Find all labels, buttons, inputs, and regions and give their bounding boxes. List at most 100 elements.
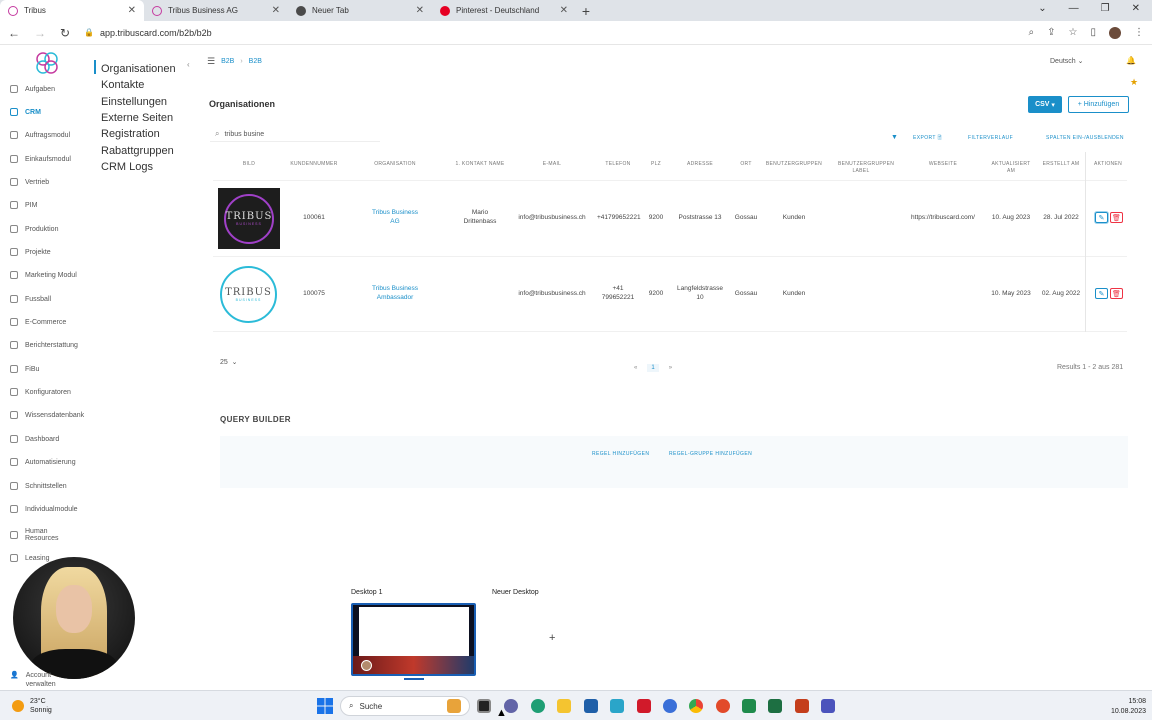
column-header[interactable]: ADRESSE [687,161,713,168]
xbox-icon[interactable] [742,699,756,713]
weather-widget[interactable]: 23°C Sonnig [12,697,52,715]
close-icon[interactable]: ✕ [128,5,136,16]
app-red-icon[interactable] [716,699,730,713]
sidebar-item[interactable]: Fussball [10,295,51,303]
collapse-chevron-icon[interactable]: ‹ [187,60,190,69]
system-clock[interactable]: 15:08 10.08.2023 [1111,697,1146,717]
subnav-item[interactable]: CRM Logs [101,161,153,173]
sidebar-item[interactable]: Human Resources [10,528,67,542]
column-header[interactable]: BENUTZERGRUPPEN [766,161,822,168]
sidebar-item[interactable]: FiBu [10,365,39,373]
share-icon[interactable]: ⇪ [1047,27,1055,38]
filter-history-button[interactable]: FILTERVERLAUF [968,135,1013,141]
sidebar-item[interactable]: Dashboard [10,435,59,443]
app-triangle-icon[interactable] [663,699,677,713]
column-header[interactable]: ERSTELLT AM [1043,161,1080,168]
columns-toggle-button[interactable]: SPALTEN EIN-/AUSBLENDEN [1046,135,1124,141]
sidebar-item[interactable]: Wissensdatenbank [10,411,84,419]
sidebar-item[interactable]: Produktion [10,225,58,233]
column-header[interactable]: KUNDENNUMMER [290,161,337,168]
subnav-item[interactable]: Rabattgruppen [101,145,174,157]
table-cell-organisation[interactable]: Tribus Business AG [367,208,423,226]
sidebar-item[interactable]: Auftragsmodul [10,131,70,139]
powerpoint-icon[interactable] [795,699,809,713]
file-explorer-icon[interactable] [557,699,571,713]
mcafee-icon[interactable] [637,699,651,713]
bookmark-star-icon[interactable]: ☆ [1069,27,1078,38]
sidebar-item[interactable]: Berichterstattung [10,341,78,349]
subnav-item[interactable]: Einstellungen [101,96,167,108]
hamburger-icon[interactable]: ☰ [207,56,215,67]
language-select[interactable]: Deutsch ⌄ [1050,57,1084,65]
account-link[interactable]: 👤 Account verwalten [10,671,66,689]
briefcase-widget-icon[interactable] [447,699,461,713]
sidebar-item[interactable]: Marketing Modul [10,271,77,279]
edit-icon[interactable]: ✎ [1095,212,1108,223]
delete-icon[interactable]: 🗑 [1110,212,1123,223]
sidebar-item[interactable]: Aufgaben [10,85,55,93]
column-header[interactable]: AKTIONEN [1094,161,1122,168]
subnav-item[interactable]: Externe Seiten [101,112,173,124]
chrome-icon[interactable] [689,699,703,713]
edit-icon[interactable]: ✎ [1095,288,1108,299]
store-icon[interactable] [584,699,598,713]
sidebar-item[interactable]: PIM [10,201,37,209]
export-button[interactable]: EXPORT 🗎 [913,135,942,143]
browser-tab[interactable]: Tribus ✕ [0,0,144,21]
csv-button[interactable]: CSV ▾ [1028,96,1062,113]
breadcrumb-item[interactable]: B2B [249,58,262,65]
sidebar-item[interactable]: E-Commerce [10,318,66,326]
filter-icon[interactable]: ▼ [891,134,898,141]
column-header[interactable]: AKTUALISIERT AM [988,161,1034,175]
column-header[interactable]: TELEFON [605,161,630,168]
edge-icon[interactable] [531,699,545,713]
table-cell-organisation[interactable]: Tribus Business Ambassador [367,284,423,302]
column-header[interactable]: ORT [740,161,751,168]
browser-tab[interactable]: Tribus Business AG ✕ [144,0,288,21]
windows-start-icon[interactable] [317,698,333,714]
add-rule-button[interactable]: REGEL HINZUFÜGEN [592,451,649,457]
close-window-icon[interactable]: ✕ [1132,3,1140,14]
sidepanel-icon[interactable]: ▯ [1090,27,1096,38]
browser-tab[interactable]: Neuer Tab ✕ [288,0,432,21]
app-l-icon[interactable] [610,699,624,713]
page-size-select[interactable]: 25 ⌄ [220,358,238,366]
url-field[interactable]: 🔒 app.tribuscard.com/b2b/b2b [84,28,1014,38]
close-icon[interactable]: ✕ [272,5,280,16]
column-header[interactable]: BILD [243,161,255,168]
breadcrumb-item[interactable]: B2B [221,58,234,65]
page-number[interactable]: 1 [647,364,659,372]
new-tab-icon[interactable]: + [576,3,596,21]
sidebar-item[interactable]: CRM [10,108,41,116]
column-header[interactable]: PLZ [651,161,661,168]
sidebar-item[interactable]: Leasing [10,554,50,562]
sidebar-item[interactable]: Individualmodule [10,505,78,513]
reload-icon[interactable]: ↻ [60,26,70,40]
add-desktop-icon[interactable]: + [549,632,555,644]
next-page-icon[interactable]: » [669,365,672,371]
back-icon[interactable]: ← [8,26,20,40]
desktop-1-thumbnail[interactable] [351,603,476,676]
minimize-icon[interactable]: — [1069,3,1079,14]
sidebar-item[interactable]: Automatisierung [10,458,76,466]
menu-icon[interactable]: ⋮ [1134,27,1144,38]
sidebar-item[interactable]: Projekte [10,248,51,256]
sidebar-item[interactable]: Vertrieb [10,178,49,186]
close-icon[interactable]: ✕ [416,5,424,16]
sidebar-item[interactable]: Konfiguratoren [10,388,71,396]
column-header[interactable]: WEBSEITE [929,161,957,168]
subnav-item[interactable]: Registration [101,128,160,140]
excel-icon[interactable] [768,699,782,713]
subnav-item[interactable]: Kontakte [101,79,144,91]
prev-page-icon[interactable]: « [634,365,637,371]
column-header[interactable]: 1. KONTAKT NAME [455,161,504,168]
forward-icon[interactable]: → [34,26,46,40]
teams-icon[interactable] [821,699,835,713]
task-view-icon[interactable] [477,699,491,713]
sidebar-item[interactable]: Einkaufsmodul [10,155,71,163]
favorite-star-icon[interactable]: ★ [1130,77,1138,88]
column-header[interactable]: E-MAIL [543,161,561,168]
delete-icon[interactable]: 🗑 [1110,288,1123,299]
tribus-logo-icon[interactable] [35,51,59,75]
browser-tab[interactable]: Pinterest - Deutschland ✕ [432,0,576,21]
